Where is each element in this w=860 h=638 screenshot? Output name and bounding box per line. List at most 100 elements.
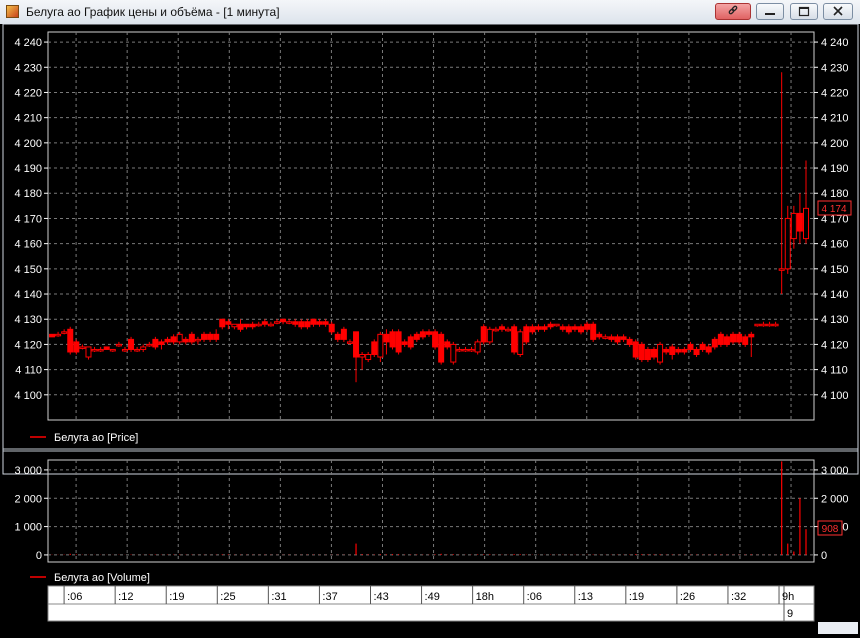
price-volume-chart[interactable]: 4 100 4 100 4 110 4 110 4 120 4 120 4 130 4 130… [0, 24, 860, 638]
candle-body [152, 338, 159, 348]
time-tick-label: :43 [373, 591, 388, 603]
volume-tick-label: 2 000 [821, 493, 849, 505]
price-tick-label: 4 240 [14, 37, 42, 49]
price-tick-label: 4 160 [14, 239, 42, 251]
candle-body [796, 212, 803, 232]
candle-body [115, 343, 122, 347]
candle-body [146, 343, 153, 347]
candle-body [365, 353, 372, 361]
candle-body [474, 341, 481, 353]
candle-body [255, 323, 262, 327]
link-button[interactable] [715, 3, 751, 20]
price-tick-label: 4 190 [14, 163, 42, 175]
candle-body [298, 321, 305, 328]
candle-body [553, 323, 560, 327]
time-tick-label: :26 [680, 591, 695, 603]
candle-body [505, 328, 512, 332]
volume-tick-label: 3 000 [14, 465, 42, 477]
candle-body [644, 348, 651, 361]
candle-body [49, 333, 55, 338]
time-tick-label: :31 [271, 591, 286, 603]
candle-body [675, 348, 682, 353]
candle-body [267, 323, 274, 327]
price-tick-label: 4 170 [14, 213, 42, 225]
time-tick-label: :37 [322, 591, 337, 603]
candle-body [261, 321, 268, 325]
candle-body [140, 346, 147, 350]
price-tick-label: 4 220 [821, 87, 849, 99]
volume-legend-label: Белуга ао [Volume] [54, 572, 150, 584]
candle-body [541, 326, 548, 330]
maximize-icon [798, 6, 810, 17]
window-title: Белуга ао График цены и объёма - [1 мину… [26, 5, 280, 19]
close-button[interactable] [823, 3, 853, 20]
close-icon [833, 6, 843, 16]
candle-body [571, 326, 578, 330]
candle-body [61, 331, 68, 334]
volume-tick-label: 1 000 [14, 522, 42, 534]
volume-tick-label: 3 000 [821, 465, 849, 477]
candle-body [316, 321, 323, 325]
candle-body [632, 341, 639, 358]
candle-body [188, 333, 195, 343]
candle-body [657, 343, 664, 363]
candle-body [517, 331, 524, 355]
candle-body [638, 343, 645, 361]
price-tick-label: 4 120 [821, 339, 849, 351]
price-tick-label: 4 150 [14, 264, 42, 276]
candle-body [650, 348, 657, 358]
candle-body [85, 346, 92, 358]
candle-body [213, 333, 220, 340]
candle-body [590, 323, 597, 340]
candle-body [492, 328, 499, 332]
resize-grip[interactable] [818, 622, 858, 634]
price-tick-label: 4 180 [821, 188, 849, 200]
candle-body [486, 328, 493, 343]
time-tick-label: :19 [629, 591, 644, 603]
candle-body [340, 328, 347, 340]
candle-body [286, 321, 293, 324]
last-price-marker: 4 174 [817, 200, 852, 216]
candle-body [748, 333, 755, 338]
minimize-button[interactable] [756, 3, 784, 20]
time-tick-label: :19 [169, 591, 184, 603]
candle-body [803, 207, 809, 240]
candle-body [231, 323, 238, 328]
candle-body [383, 333, 390, 343]
candle-body [608, 336, 615, 340]
candle-body [389, 331, 396, 348]
candle-body [614, 336, 621, 343]
candle-body [778, 268, 785, 271]
price-tick-label: 4 200 [14, 138, 42, 150]
candle-body [462, 348, 469, 352]
price-tick-label: 4 190 [821, 163, 849, 175]
last-volume-marker: 908 [817, 520, 843, 536]
candle-body [584, 323, 591, 330]
candle-body [237, 323, 244, 330]
price-tick-label: 4 100 [14, 390, 42, 402]
candle-body [97, 348, 104, 352]
price-tick-label: 4 200 [821, 138, 849, 150]
candle-body [249, 323, 256, 328]
candle-body [766, 323, 773, 327]
price-tick-label: 4 110 [821, 365, 848, 377]
candle-body [91, 348, 98, 352]
candle-body [559, 326, 566, 330]
maximize-button[interactable] [790, 3, 818, 20]
time-tick-label: :06 [67, 591, 82, 603]
candle-body [699, 343, 706, 350]
candle-body [717, 333, 724, 345]
candle-body [419, 331, 426, 338]
time-axis-day-label: 9 [787, 608, 793, 620]
candle-body [194, 338, 201, 342]
candle-body [371, 341, 378, 355]
candle-body [444, 341, 451, 348]
time-tick-label: 18h [476, 591, 494, 603]
candle-body [456, 348, 463, 352]
price-legend-label: Белуга ао [Price] [54, 432, 138, 444]
chart-app-icon [6, 5, 19, 18]
candle-body [207, 333, 214, 340]
candle-body [693, 348, 700, 355]
candle-body [663, 348, 670, 353]
candle-body [742, 336, 749, 345]
